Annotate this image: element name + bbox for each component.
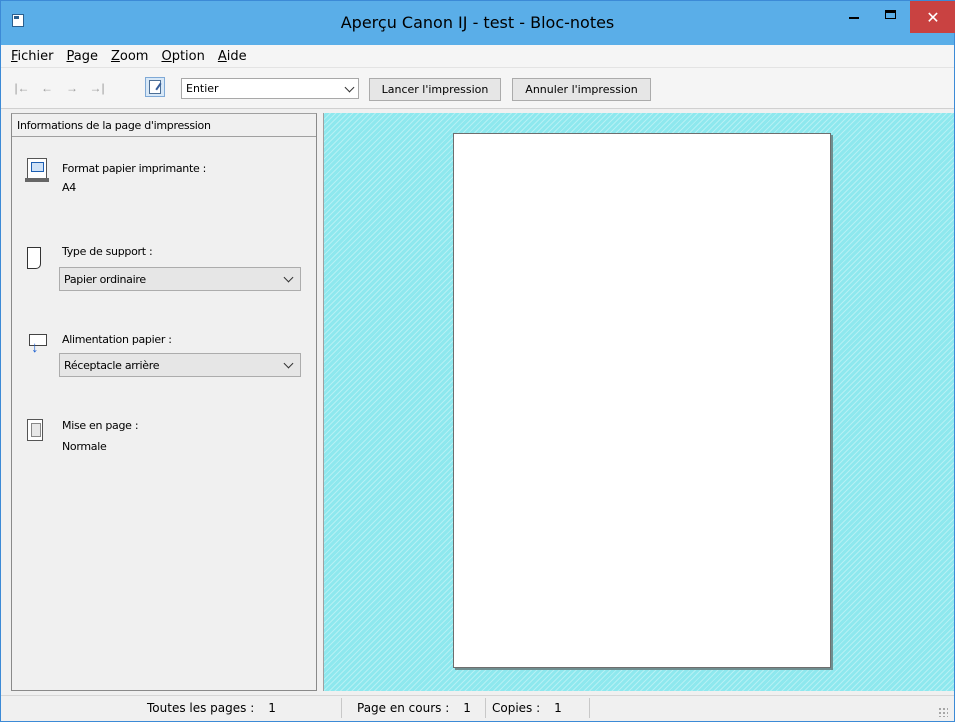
- minimize-icon: [849, 17, 859, 19]
- status-separator: [341, 698, 342, 718]
- app-window: Aperçu Canon IJ - test - Bloc-notes ✕ Fi…: [0, 0, 955, 722]
- total-pages-status: Toutes les pages : 1: [147, 701, 276, 715]
- total-pages-value: 1: [268, 701, 276, 715]
- paper-format-label: Format papier imprimante :: [62, 162, 207, 175]
- first-page-button[interactable]: |←: [13, 80, 31, 96]
- resize-grip-icon[interactable]: [938, 707, 948, 717]
- status-bar: Toutes les pages : 1 Page en cours : 1 C…: [1, 695, 954, 721]
- current-page-status: Page en cours : 1: [357, 701, 471, 715]
- printer-paper-icon: [25, 158, 49, 182]
- paper-source-select[interactable]: Réceptacle arrière: [59, 353, 301, 377]
- maximize-button[interactable]: [875, 1, 905, 31]
- status-separator: [589, 698, 590, 718]
- menu-page[interactable]: Page: [67, 49, 98, 64]
- paper-source-value: Réceptacle arrière: [64, 358, 160, 372]
- paper-source-label: Alimentation papier :: [62, 333, 172, 346]
- menu-aide[interactable]: Aide: [218, 49, 247, 64]
- current-page-label: Page en cours :: [357, 701, 450, 715]
- last-page-button[interactable]: →|: [88, 80, 106, 96]
- chevron-down-icon: [344, 82, 355, 93]
- page-layout-icon: [27, 419, 43, 441]
- minimize-button[interactable]: [839, 1, 869, 31]
- media-type-select[interactable]: Papier ordinaire: [59, 267, 301, 291]
- panel-header: Informations de la page d'impression: [12, 114, 316, 137]
- cancel-print-button[interactable]: Annuler l'impression: [512, 78, 651, 101]
- menu-zoom[interactable]: Zoom: [111, 49, 148, 64]
- copies-value: 1: [554, 701, 562, 715]
- copies-status: Copies : 1: [492, 701, 562, 715]
- chevron-down-icon: [283, 358, 294, 369]
- toolbar: |← ← → →| Entier Lancer l'impression Ann…: [1, 67, 954, 109]
- title-bar[interactable]: Aperçu Canon IJ - test - Bloc-notes ✕: [1, 1, 955, 45]
- media-type-label: Type de support :: [62, 245, 153, 258]
- start-print-button[interactable]: Lancer l'impression: [369, 78, 501, 101]
- preview-page: [453, 133, 831, 668]
- zoom-select-value: Entier: [186, 82, 219, 95]
- media-type-icon: [27, 247, 41, 269]
- menu-bar: Fichier Page Zoom Option Aide: [1, 45, 954, 67]
- window-title: Aperçu Canon IJ - test - Bloc-notes: [340, 13, 615, 32]
- layout-value: Normale: [62, 440, 107, 453]
- paper-format-value: A4: [62, 181, 76, 194]
- paper-feed-icon: [27, 332, 47, 355]
- layout-label: Mise en page :: [62, 419, 139, 432]
- current-page-value: 1: [463, 701, 471, 715]
- close-button[interactable]: ✕: [910, 1, 955, 33]
- media-type-value: Papier ordinaire: [64, 272, 146, 286]
- zoom-select[interactable]: Entier: [181, 78, 359, 99]
- maximize-icon: [884, 9, 896, 19]
- next-page-button[interactable]: →: [63, 80, 81, 96]
- edit-page-toggle[interactable]: [145, 77, 165, 97]
- total-pages-label: Toutes les pages :: [147, 701, 255, 715]
- preview-area[interactable]: [323, 113, 954, 691]
- status-separator: [485, 698, 486, 718]
- chevron-down-icon: [283, 272, 294, 283]
- page-edit-icon: [149, 80, 161, 94]
- copies-label: Copies :: [492, 701, 541, 715]
- menu-fichier[interactable]: Fichier: [11, 49, 54, 64]
- menu-option[interactable]: Option: [161, 49, 204, 64]
- print-info-panel: Informations de la page d'impression For…: [11, 113, 317, 691]
- previous-page-button[interactable]: ←: [38, 80, 56, 96]
